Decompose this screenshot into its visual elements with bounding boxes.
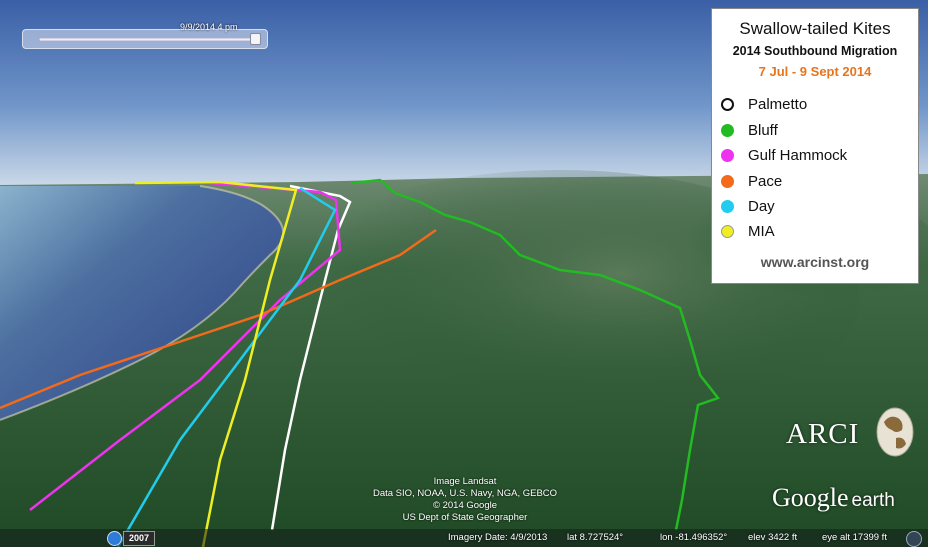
imagery-credits: Image Landsat Data SIO, NOAA, U.S. Navy,… [340,476,590,524]
circle-icon [721,175,734,188]
historical-year-badge[interactable]: 2007 [123,531,155,546]
credit-line: Image Landsat [433,476,497,487]
credit-line: US Dept of State Geographer [402,512,528,523]
time-slider[interactable] [22,29,268,49]
google-earth-logo: Google earth [772,483,895,512]
circle-icon [721,124,734,137]
longitude-readout: lon -81.496352° [660,532,728,543]
slider-thumb[interactable] [250,33,262,45]
time-slider-label: 9/9/2014 4 pm [180,22,238,32]
circle-icon [721,200,734,213]
arci-logo-text: ARCI [786,418,860,450]
eye-altitude-readout: eye alt 17399 ft [822,532,887,543]
imagery-date: Imagery Date: 4/9/2013 [448,532,548,543]
egg-globe-icon [876,407,914,457]
latitude-readout: lat 8.727524° [567,532,624,543]
circle-icon [721,225,734,238]
legend-date-range: 7 Jul - 9 Sept 2014 [758,64,872,79]
legend-title: Swallow-tailed Kites [739,19,891,38]
circle-icon [721,149,734,162]
circle-icon [721,98,734,111]
credit-line: © 2014 Google [432,500,498,511]
legend-panel: Swallow-tailed Kites 2014 Southbound Mig… [711,8,919,284]
credit-line: Data SIO, NOAA, U.S. Navy, NGA, GEBCO [372,488,558,499]
streaming-indicator-icon [906,531,922,547]
slider-track[interactable] [39,38,259,41]
elevation-readout: elev 3422 ft [748,532,798,543]
legend-subtitle: 2014 Southbound Migration [732,44,898,58]
historical-imagery-icon[interactable] [107,531,122,546]
legend-website: www.arcinst.org [760,254,870,270]
